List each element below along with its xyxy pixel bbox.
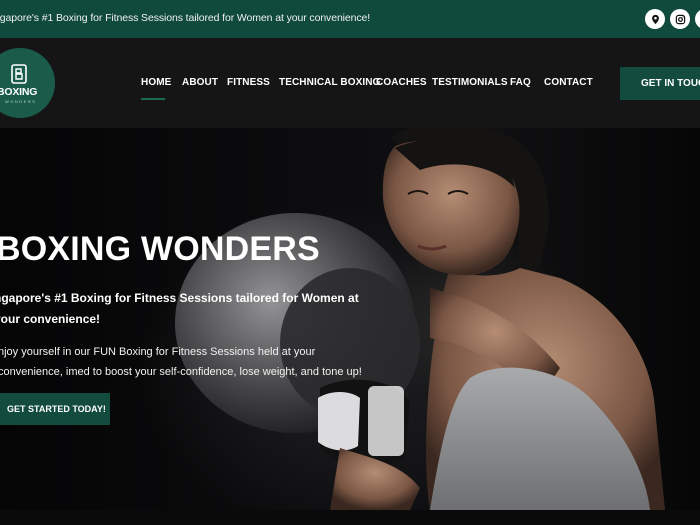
logo-text: BOXING (0, 86, 38, 98)
top-bar-announcement: ngapore's #1 Boxing for Fitness Sessions… (0, 12, 371, 24)
nav-item-coaches[interactable]: COACHES (376, 77, 427, 88)
top-bar: ngapore's #1 Boxing for Fitness Sessions… (0, 0, 700, 38)
nav-item-about[interactable]: ABOUT (182, 77, 218, 88)
instagram-icon[interactable] (670, 9, 690, 29)
nav-item-fitness[interactable]: FITNESS (227, 77, 270, 88)
nav-item-contact[interactable]: CONTACT (544, 77, 593, 88)
logo-subtext: WONDERS (5, 99, 37, 104)
nav-item-home[interactable]: HOME (141, 77, 171, 88)
nav-item-testimonials[interactable]: TESTIMONIALS (432, 77, 508, 88)
nav-active-indicator (141, 98, 165, 100)
hero-description: njoy yourself in our FUN Boxing for Fitn… (0, 346, 362, 378)
hero-subtitle: ngapore's #1 Boxing for Fitness Sessions… (0, 291, 359, 326)
get-in-touch-button[interactable]: GET IN TOUCH (620, 67, 700, 100)
facebook-icon[interactable] (695, 9, 700, 29)
get-started-button[interactable]: GET STARTED TODAY! (0, 393, 110, 425)
site-logo[interactable]: BOXING WONDERS (0, 48, 55, 118)
nav-item-faq[interactable]: FAQ (510, 77, 531, 88)
hero-section: BOXING WONDERS ngapore's #1 Boxing for F… (0, 128, 700, 510)
location-pin-icon[interactable] (645, 9, 665, 29)
page-bottom-strip (0, 510, 700, 525)
logo-mark-icon (11, 64, 27, 84)
nav-item-technical-boxing[interactable]: TECHNICAL BOXING (279, 77, 380, 88)
hero-title: BOXING WONDERS (0, 230, 320, 268)
